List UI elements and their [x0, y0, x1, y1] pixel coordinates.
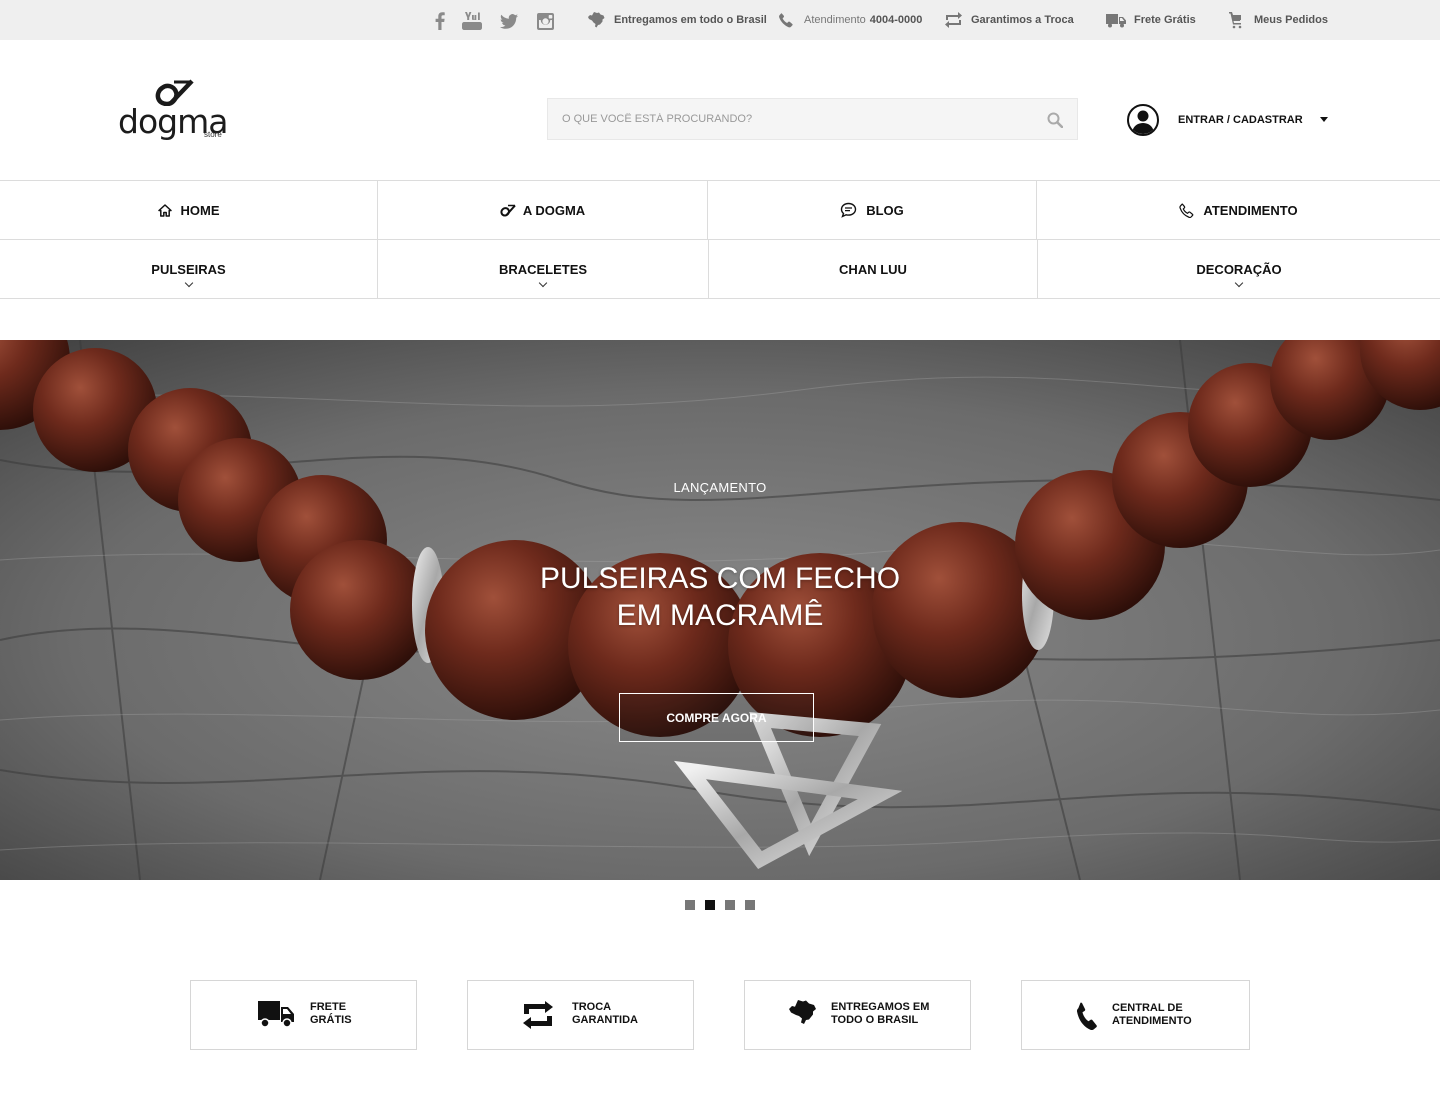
primary-nav: HOME A DOGMA BLOG ATENDIMENTO [0, 180, 1440, 239]
category-decoracao[interactable]: DECORAÇÃO [1038, 240, 1440, 298]
exchange-text: Garantimos a Troca [971, 14, 1074, 26]
topbar-shipping[interactable]: Frete Grátis [1106, 10, 1196, 30]
dogma-logo-icon [500, 204, 517, 217]
phone-icon [1179, 203, 1194, 218]
category-braceletes[interactable]: BRACELETES [378, 240, 709, 298]
delivery-text: Entregamos em todo o Brasil [614, 14, 767, 26]
feature-support-center: CENTRAL DE ATENDIMENTO [1021, 980, 1250, 1050]
instagram-icon[interactable] [534, 10, 556, 32]
category-pulseiras-label: PULSEIRAS [151, 261, 226, 277]
carousel-pagination [685, 900, 755, 910]
carousel-dot-2[interactable] [705, 900, 715, 910]
chevron-down-icon [184, 278, 193, 288]
feature-free-shipping: FRETE GRÁTIS [190, 980, 417, 1050]
login-register-link[interactable]: ENTRAR / CADASTRAR [1178, 114, 1303, 126]
topbar-exchange[interactable]: Garantimos a Troca [943, 10, 1074, 30]
account-menu[interactable]: ENTRAR / CADASTRAR [1127, 103, 1328, 137]
nav-atendimento[interactable]: ATENDIMENTO [1037, 181, 1440, 239]
category-chan-luu-label: CHAN LUU [839, 261, 907, 277]
topbar-delivery: Entregamos em todo o Brasil [586, 10, 767, 30]
exchange-arrows-icon [943, 10, 963, 30]
hero-eyebrow: LANÇAMENTO [673, 480, 767, 495]
chat-bubble-icon [840, 202, 857, 218]
category-braceletes-label: BRACELETES [498, 261, 588, 277]
carousel-dot-3[interactable] [725, 900, 735, 910]
phone-icon [776, 10, 796, 30]
hero-banner: LANÇAMENTO PULSEIRAS COM FECHO EM MACRAM… [0, 340, 1440, 880]
exchange-arrows-icon [523, 1001, 553, 1029]
feature-exchange: TROCA GARANTIDA [467, 980, 694, 1050]
carousel-dot-1[interactable] [685, 900, 695, 910]
search-icon[interactable] [1045, 110, 1065, 130]
top-bar: Entregamos em todo o Brasil Atendimento … [0, 0, 1440, 40]
support-phone: 4004-0000 [869, 14, 923, 26]
phone-handset-icon [1076, 1002, 1100, 1030]
nav-home-label: HOME [180, 202, 220, 218]
feature-exchange-text: TROCA GARANTIDA [572, 1001, 638, 1026]
brazil-map-icon [586, 10, 606, 30]
category-nav: PULSEIRAS BRACELETES CHAN LUU DECORAÇÃO [0, 239, 1440, 299]
feature-free-shipping-text: FRETE GRÁTIS [310, 1001, 352, 1026]
truck-icon [258, 1000, 294, 1028]
nav-atendimento-label: ATENDIMENTO [1203, 202, 1298, 218]
twitter-icon[interactable] [498, 10, 520, 32]
youtube-icon[interactable] [461, 10, 483, 32]
nav-blog[interactable]: BLOG [708, 181, 1037, 239]
home-icon [157, 203, 172, 217]
topbar-support[interactable]: Atendimento 4004-0000 [776, 10, 922, 30]
orders-text: Meus Pedidos [1254, 14, 1328, 26]
carousel-dot-4[interactable] [745, 900, 755, 910]
user-avatar-icon [1127, 104, 1159, 136]
dogma-logo[interactable]: dogma store [118, 78, 238, 144]
feature-support-center-text: CENTRAL DE ATENDIMENTO [1112, 1002, 1192, 1027]
chevron-down-icon [1234, 278, 1244, 288]
chevron-down-icon [538, 278, 548, 288]
hero-headline: PULSEIRAS COM FECHO EM MACRAMÊ [420, 560, 1020, 634]
shopping-bag-icon [1226, 10, 1246, 30]
brazil-map-icon [789, 999, 817, 1029]
topbar-orders[interactable]: Meus Pedidos [1226, 10, 1328, 30]
nav-a-dogma-label: A DOGMA [522, 202, 586, 218]
search-input[interactable] [548, 99, 1028, 139]
feature-nationwide-delivery: ENTREGAMOS EM TODO O BRASIL [744, 980, 971, 1050]
category-pulseiras[interactable]: PULSEIRAS [0, 240, 378, 298]
search-bar [547, 98, 1078, 140]
category-decoracao-label: DECORAÇÃO [1196, 261, 1282, 277]
nav-home[interactable]: HOME [0, 181, 378, 239]
shop-now-button[interactable]: COMPRE AGORA [619, 693, 814, 742]
category-chan-luu[interactable]: CHAN LUU [709, 240, 1038, 298]
caret-down-icon[interactable] [1319, 116, 1328, 122]
logo-subtitle: store [204, 130, 222, 139]
nav-blog-label: BLOG [866, 202, 904, 218]
facebook-icon[interactable] [429, 10, 451, 32]
hero-headline-line2: EM MACRAMÊ [616, 599, 824, 632]
hero-headline-line1: PULSEIRAS COM FECHO [539, 562, 901, 595]
truck-icon [1106, 10, 1126, 30]
nav-a-dogma[interactable]: A DOGMA [378, 181, 708, 239]
feature-nationwide-delivery-text: ENTREGAMOS EM TODO O BRASIL [831, 1001, 930, 1026]
shipping-text: Frete Grátis [1134, 14, 1196, 26]
support-label: Atendimento [804, 14, 866, 26]
